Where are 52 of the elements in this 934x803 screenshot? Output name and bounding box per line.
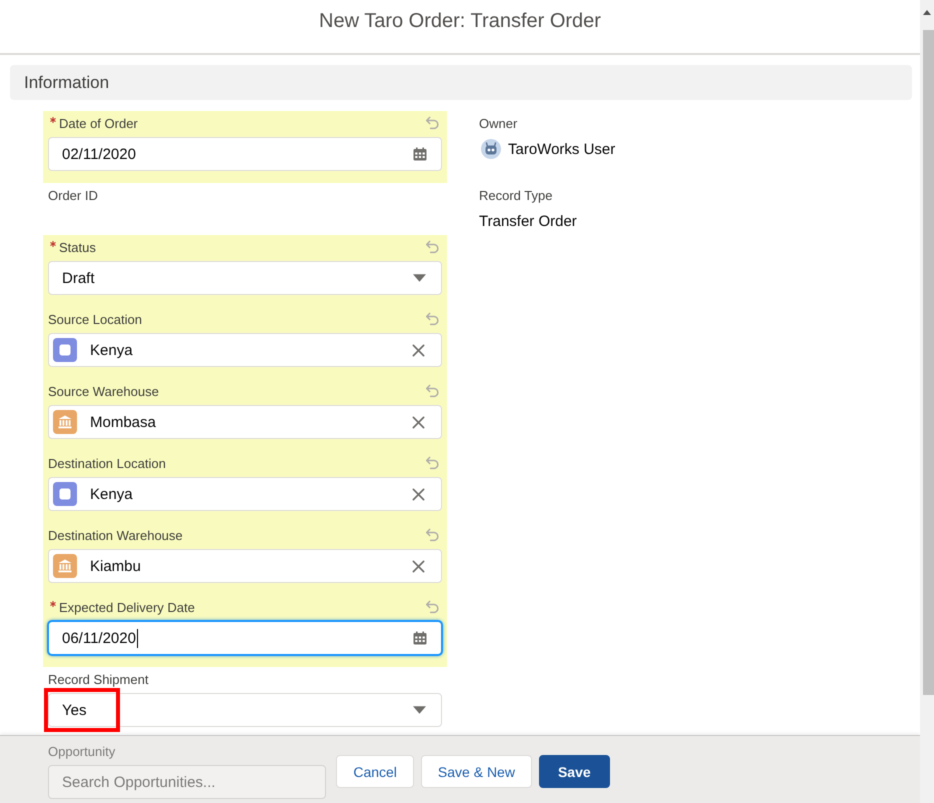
clear-icon[interactable] <box>412 560 425 572</box>
clear-icon[interactable] <box>412 344 425 356</box>
field-label: Record Shipment <box>48 672 148 686</box>
field-value: TaroWorks User <box>508 140 616 158</box>
undo-icon[interactable] <box>425 528 440 542</box>
field-label: Order ID <box>48 188 98 202</box>
scrollbar-thumb[interactable] <box>922 30 934 695</box>
scroll-up-arrow-icon[interactable] <box>923 10 931 15</box>
lookup-field[interactable]: Kiambu <box>48 549 442 583</box>
undo-icon[interactable] <box>425 312 440 326</box>
dropdown-caret-icon <box>413 706 426 714</box>
columned-building-icon <box>53 554 77 578</box>
undo-icon[interactable] <box>425 384 440 398</box>
secondary-button[interactable]: Save & New <box>420 755 532 788</box>
undo-icon[interactable] <box>425 116 440 130</box>
calendar-icon[interactable] <box>413 147 427 161</box>
robot-avatar-icon <box>481 139 501 159</box>
field-label: Destination Warehouse <box>48 528 183 542</box>
field-label: Expected Delivery Date <box>59 600 195 614</box>
field-label: Destination Location <box>48 456 166 470</box>
undo-icon[interactable] <box>425 456 440 470</box>
field-label: Status <box>59 240 96 254</box>
modal-title: New Taro Order: Transfer Order <box>319 9 601 34</box>
dropdown-field[interactable]: Draft <box>48 261 442 295</box>
square-tile-icon <box>53 338 77 362</box>
primary-button[interactable]: Save <box>538 755 610 788</box>
date-field[interactable]: 02/11/2020 <box>48 137 442 171</box>
field-label: Source Warehouse <box>48 384 159 398</box>
field-label: Source Location <box>48 312 142 326</box>
text-cursor-icon <box>136 628 138 648</box>
columned-building-icon <box>53 410 77 434</box>
field-value: Transfer Order <box>479 212 577 230</box>
scrollbar-track[interactable] <box>920 0 934 803</box>
secondary-button[interactable]: Cancel <box>336 755 414 788</box>
clear-icon[interactable] <box>412 416 425 428</box>
lookup-field[interactable]: Kenya <box>48 477 442 511</box>
dropdown-field[interactable]: Yes <box>48 693 442 727</box>
square-tile-icon <box>53 482 77 506</box>
undo-icon[interactable] <box>425 240 440 254</box>
dropdown-caret-icon <box>413 274 426 282</box>
section-header: Information <box>10 65 912 100</box>
undo-icon[interactable] <box>425 600 440 614</box>
search-field[interactable]: Search Opportunities... <box>48 765 326 799</box>
clear-icon[interactable] <box>412 488 425 500</box>
lookup-field[interactable]: Mombasa <box>48 405 442 439</box>
field-label: Owner <box>479 116 518 130</box>
date-field[interactable]: 06/11/2020 <box>48 621 442 655</box>
field-label: Opportunity <box>48 744 116 758</box>
field-label: Record Type <box>479 188 552 202</box>
lookup-field[interactable]: Kenya <box>48 333 442 367</box>
calendar-icon[interactable] <box>413 631 427 645</box>
field-label: Date of Order <box>59 116 138 130</box>
